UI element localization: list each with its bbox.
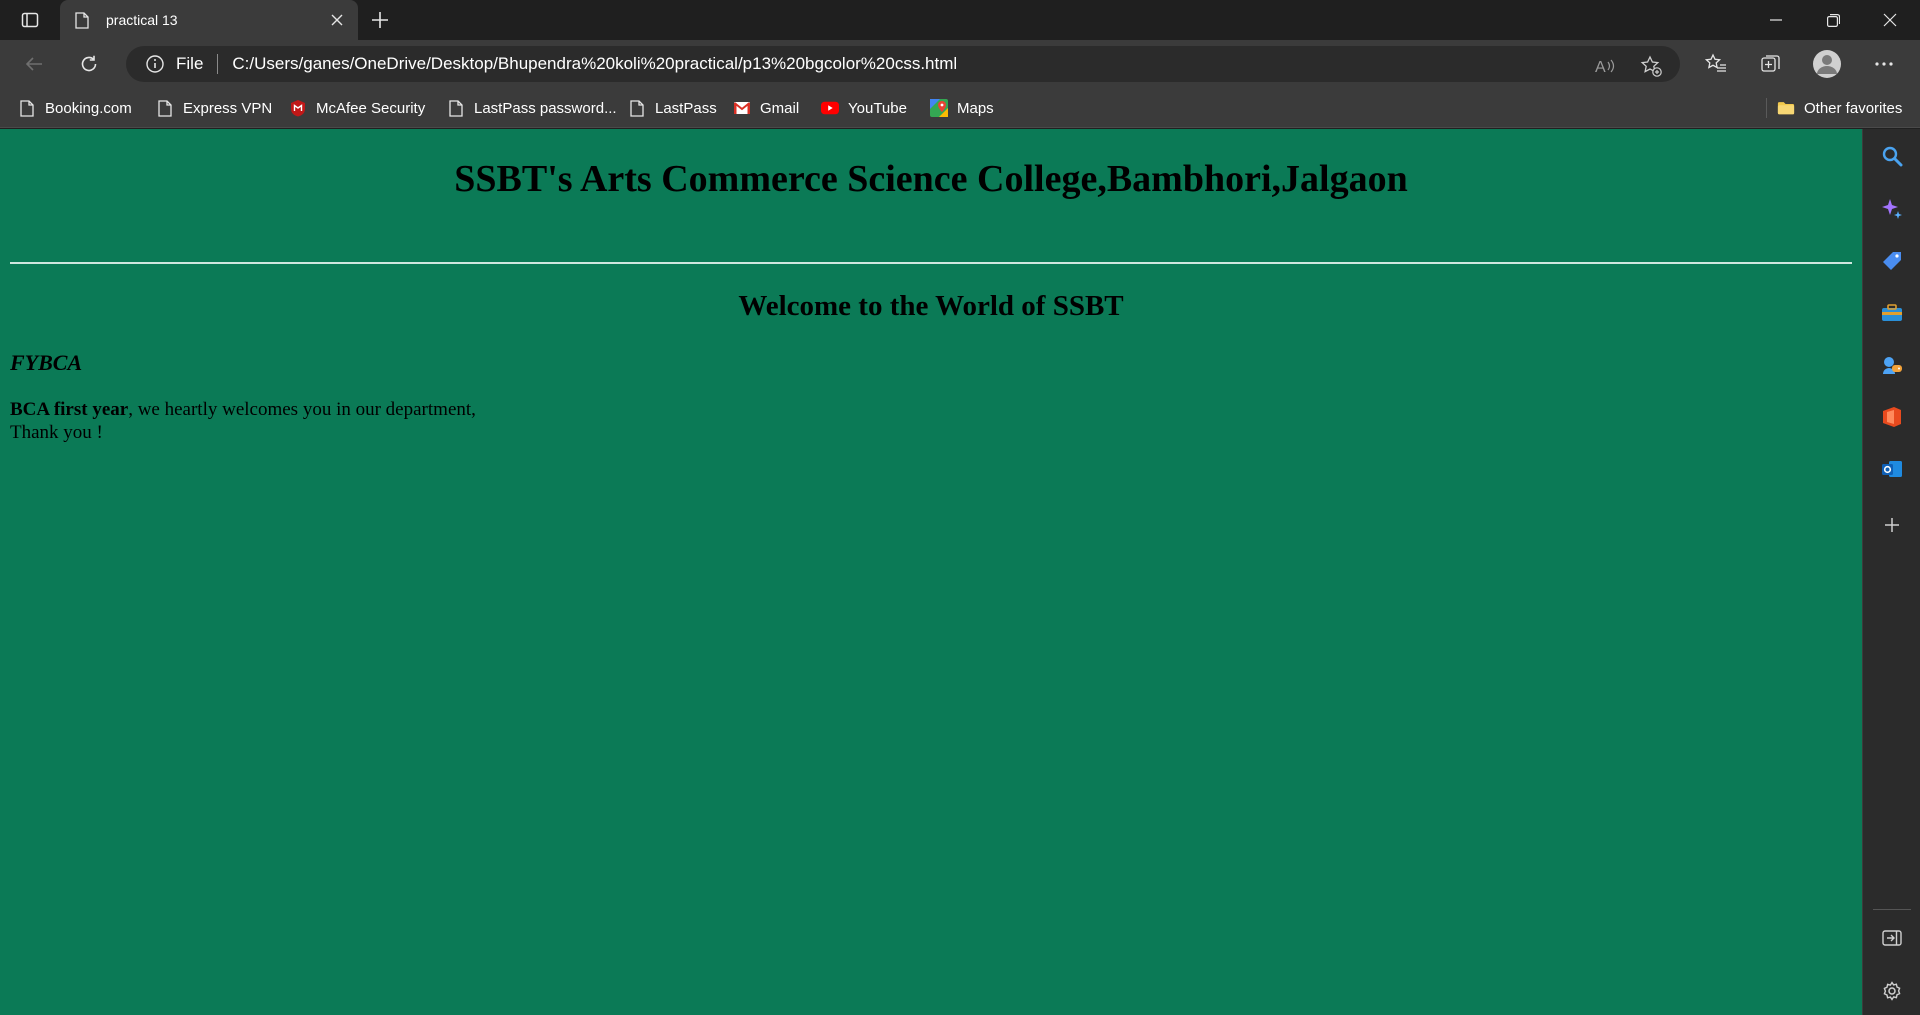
welcome-paragraph: BCA first year, we heartly welcomes you … xyxy=(10,398,476,444)
read-aloud-icon[interactable]: A xyxy=(1594,55,1616,77)
tools-briefcase-icon[interactable] xyxy=(1879,300,1905,326)
other-favorites-label: Other favorites xyxy=(1804,99,1903,117)
favorite-gmail[interactable]: Gmail xyxy=(733,96,799,120)
favorite-label: Express VPN xyxy=(183,99,273,117)
close-tab-icon[interactable] xyxy=(326,9,348,31)
maps-icon xyxy=(930,99,948,117)
favorite-booking[interactable]: Booking.com xyxy=(18,96,132,120)
favorites-divider xyxy=(1766,98,1767,118)
favorite-label: LastPass password... xyxy=(474,99,617,117)
add-sidebar-app-icon[interactable] xyxy=(1879,512,1905,538)
url-text[interactable]: C:/Users/ganes/OneDrive/Desktop/Bhupendr… xyxy=(232,54,957,74)
mcafee-icon xyxy=(289,99,307,117)
section-heading: FYBCA xyxy=(10,350,83,375)
favorites-bar: Booking.com Express VPN McAfee Security … xyxy=(0,88,1920,128)
profile-avatar-icon[interactable] xyxy=(1811,48,1843,80)
favorite-express-vpn[interactable]: Express VPN xyxy=(156,96,272,120)
office-icon[interactable] xyxy=(1879,404,1905,430)
games-icon[interactable] xyxy=(1879,352,1905,378)
folder-icon xyxy=(1777,99,1795,117)
svg-text:A: A xyxy=(1595,59,1606,76)
info-icon[interactable] xyxy=(146,55,164,73)
page-icon xyxy=(74,11,90,29)
more-options-icon[interactable] xyxy=(1868,48,1900,80)
other-favorites[interactable]: Other favorites xyxy=(1777,96,1902,120)
page-icon xyxy=(628,99,646,117)
copilot-sparkle-icon[interactable] xyxy=(1879,196,1905,222)
page-heading: SSBT's Arts Commerce Science College,Bam… xyxy=(454,158,1408,200)
page-icon xyxy=(18,99,36,117)
gmail-icon xyxy=(733,99,751,117)
favorite-label: Maps xyxy=(957,99,994,117)
favorite-label: Booking.com xyxy=(45,99,132,117)
sidebar-divider xyxy=(1873,909,1911,910)
favorite-label: McAfee Security xyxy=(316,99,426,117)
close-window-icon[interactable] xyxy=(1862,0,1918,40)
refresh-icon[interactable] xyxy=(73,48,105,80)
collections-icon[interactable] xyxy=(1755,48,1787,80)
favorite-label: LastPass xyxy=(655,99,717,117)
url-scheme: File xyxy=(176,54,204,73)
settings-gear-icon[interactable] xyxy=(1879,978,1905,1004)
horizontal-rule xyxy=(10,262,1852,264)
edge-sidebar xyxy=(1862,129,1920,1015)
back-icon[interactable] xyxy=(18,48,50,80)
para-bold-text: BCA first year xyxy=(10,399,129,420)
tab-actions-icon[interactable] xyxy=(14,8,46,32)
address-toolbar: File C:/Users/ganes/OneDrive/Desktop/Bhu… xyxy=(0,40,1920,88)
shopping-tag-icon[interactable] xyxy=(1879,248,1905,274)
favorite-youtube[interactable]: YouTube xyxy=(821,96,907,120)
new-tab-icon[interactable] xyxy=(368,8,392,32)
favorite-label: YouTube xyxy=(848,99,907,117)
outlook-icon[interactable] xyxy=(1879,456,1905,482)
page-icon xyxy=(156,99,174,117)
favorite-lastpass[interactable]: LastPass xyxy=(628,96,717,120)
add-favorite-icon[interactable] xyxy=(1640,55,1662,77)
favorite-label: Gmail xyxy=(760,99,800,117)
favorite-maps[interactable]: Maps xyxy=(930,96,994,120)
favorite-lastpass-password[interactable]: LastPass password... xyxy=(447,96,617,120)
address-bar[interactable]: File C:/Users/ganes/OneDrive/Desktop/Bhu… xyxy=(126,46,1680,82)
restore-icon[interactable] xyxy=(1805,0,1861,40)
welcome-subheading: Welcome to the World of SSBT xyxy=(738,290,1124,322)
scheme-separator xyxy=(217,54,219,74)
page-icon xyxy=(447,99,465,117)
active-tab[interactable]: practical 13 xyxy=(60,0,358,40)
favorites-icon[interactable] xyxy=(1700,48,1732,80)
web-page: SSBT's Arts Commerce Science College,Bam… xyxy=(0,129,1862,1015)
minimize-icon[interactable] xyxy=(1748,0,1804,40)
search-icon[interactable] xyxy=(1879,143,1905,169)
youtube-icon xyxy=(821,99,839,117)
thanks-text: Thank you ! xyxy=(10,422,103,443)
tab-title: practical 13 xyxy=(106,12,178,28)
hide-sidebar-icon[interactable] xyxy=(1879,925,1905,951)
para-text: , we heartly welcomes you in our departm… xyxy=(128,399,476,420)
tab-strip: practical 13 xyxy=(0,0,1920,40)
favorite-mcafee[interactable]: McAfee Security xyxy=(289,96,425,120)
